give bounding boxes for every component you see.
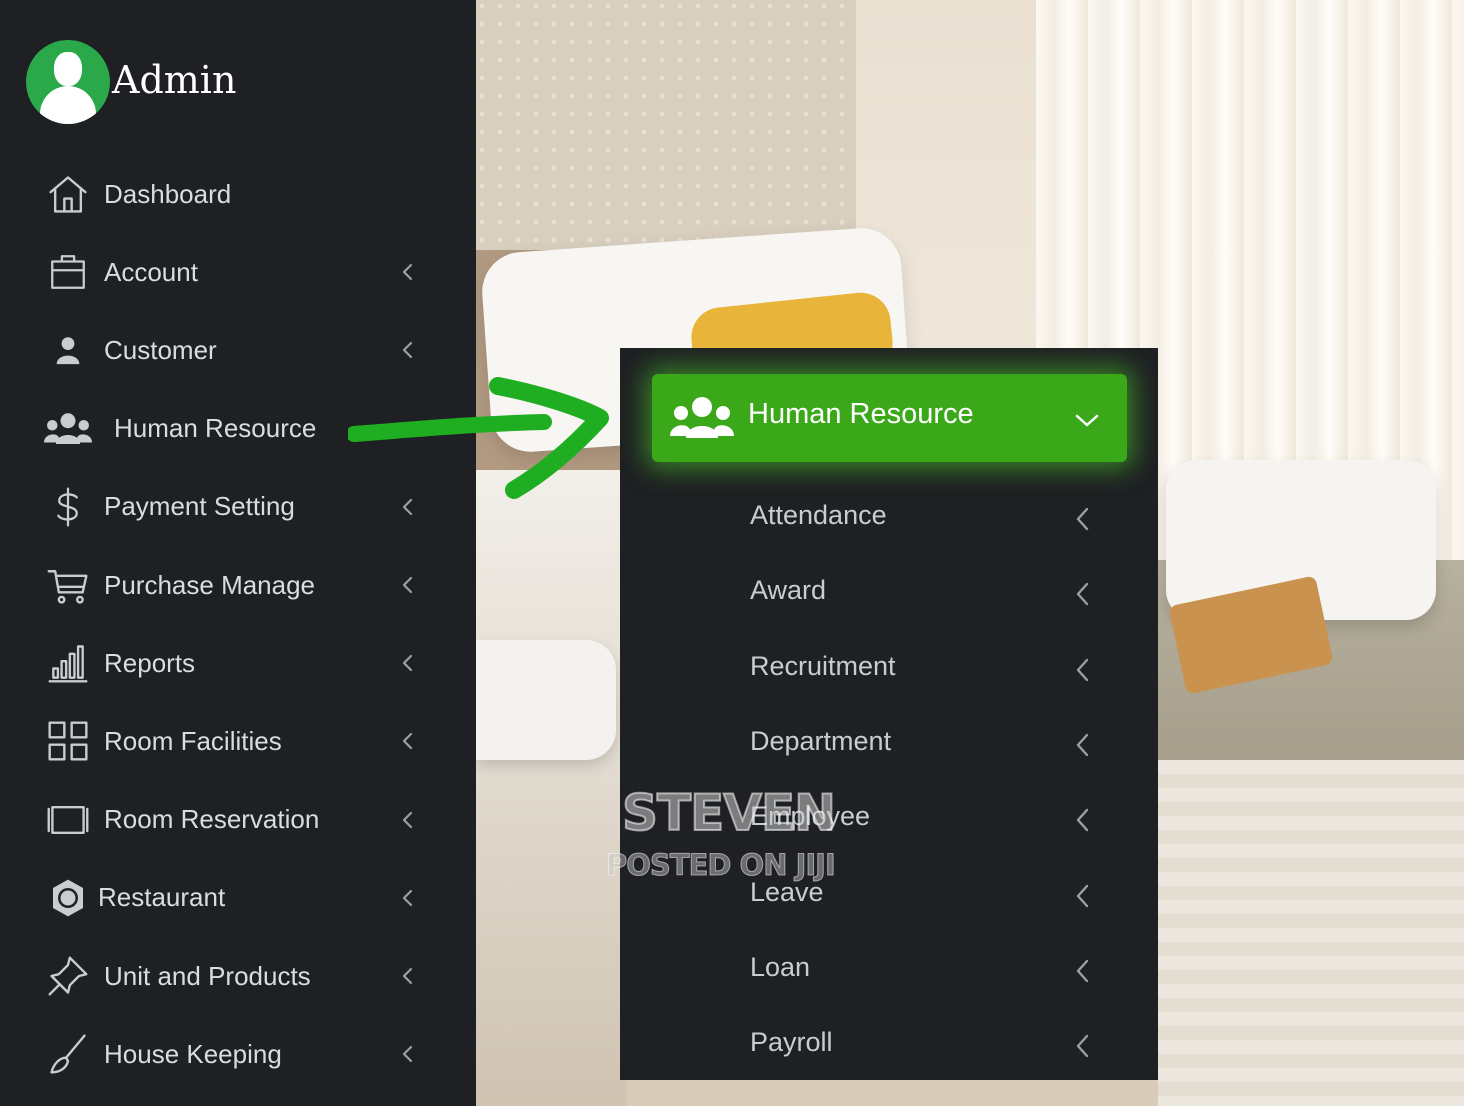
sidebar-item-reports[interactable]: Reports (0, 624, 476, 702)
sidebar-item-label: Customer (104, 334, 217, 365)
folded-towel (476, 640, 616, 760)
sidebar-item-label: Payment Setting (104, 491, 295, 522)
sidebar-item-unit-and-products[interactable]: Unit and Products (0, 937, 476, 1015)
chevron-left-icon (1072, 883, 1094, 909)
chevron-left-icon (1072, 732, 1094, 758)
sidebar-item-label: Unit and Products (104, 960, 311, 991)
chevron-left-icon (398, 575, 418, 595)
bedsheet (1158, 760, 1464, 1106)
chevron-down-icon (1075, 414, 1099, 427)
hr-item-label: Attendance (750, 500, 887, 530)
chevron-left-icon (398, 340, 418, 360)
hr-item-label: Loan (750, 951, 811, 982)
chevron-left-icon (398, 888, 418, 908)
sidebar-item-label: Dashboard (104, 178, 232, 209)
chevron-left-icon (398, 731, 418, 751)
restaurant-icon (44, 874, 92, 922)
chevron-left-icon (1072, 1033, 1094, 1059)
watermark-caption: POSTED ON JIJI (606, 848, 837, 883)
sidebar-item-dashboard[interactable]: Dashboard (0, 155, 476, 233)
hr-item-loan[interactable]: Loan (620, 934, 1158, 1009)
human-resource-title: Human Resource (748, 398, 974, 430)
chevron-left-icon (398, 810, 418, 830)
user-avatar-icon (26, 40, 110, 124)
sidebar-item-label: House Keeping (104, 1038, 282, 1069)
chevron-left-icon (1072, 506, 1094, 532)
chevron-left-icon (398, 653, 418, 673)
sidebar-item-label: Human Resource (114, 413, 317, 444)
sidebar-item-house-keeping[interactable]: House Keeping (0, 1015, 476, 1093)
tablet-icon (44, 796, 92, 844)
sidebar: Admin Dashboard Account Customer Human Reso… (0, 0, 476, 1106)
grid-icon (44, 717, 92, 765)
chevron-left-icon (398, 1044, 418, 1064)
chevron-left-icon (398, 262, 418, 282)
chevron-left-icon (1072, 958, 1094, 984)
chevron-left-icon (1072, 657, 1094, 683)
human-resource-menu-header[interactable]: Human Resource (652, 374, 1127, 462)
admin-profile[interactable]: Admin (26, 40, 236, 124)
hr-item-label: Award (750, 575, 827, 606)
pin-icon (44, 952, 92, 1000)
hr-item-label: Department (750, 725, 892, 756)
arrow-icon (348, 377, 609, 499)
users-icon (44, 405, 92, 453)
sidebar-item-label: Account (104, 256, 198, 287)
hr-item-payroll[interactable]: Payroll (620, 1009, 1158, 1080)
sidebar-item-label: Room Reservation (104, 804, 320, 835)
hr-item-attendance[interactable]: Attendance (620, 482, 1158, 557)
sidebar-item-label: Room Facilities (104, 725, 282, 756)
chevron-left-icon (1072, 581, 1094, 607)
hr-item-department[interactable]: Department (620, 708, 1158, 783)
watermark-name: STEVEN (621, 783, 837, 843)
user-icon (44, 326, 92, 374)
cart-icon (44, 561, 92, 609)
hr-item-award[interactable]: Award (620, 557, 1158, 632)
sidebar-item-label: Restaurant (98, 882, 226, 913)
sidebar-item-purchase-manage[interactable]: Purchase Manage (0, 546, 476, 624)
chevron-left-icon (398, 966, 418, 986)
sidebar-item-label: Reports (104, 647, 196, 678)
hr-item-label: Payroll (750, 1027, 833, 1058)
chevron-left-icon (1072, 807, 1094, 833)
bar-chart-icon (44, 639, 92, 687)
sidebar-item-account[interactable]: Account (0, 233, 476, 311)
sidebar-item-label: Purchase Manage (104, 569, 316, 600)
admin-name: Admin (112, 58, 237, 102)
duvet (476, 470, 626, 1106)
sidebar-item-restaurant[interactable]: Restaurant (0, 859, 476, 937)
home-icon (44, 170, 92, 218)
briefcase-icon (44, 248, 92, 296)
sidebar-item-room-facilities[interactable]: Room Facilities (0, 702, 476, 780)
hr-submenu-panel: Human Resource Attendance Award Recruitmen… (620, 348, 1158, 1080)
dollar-icon (44, 483, 92, 531)
broom-icon (44, 1030, 92, 1078)
users-icon (670, 397, 734, 438)
sidebar-item-room-reservation[interactable]: Room Reservation (0, 781, 476, 859)
hr-item-recruitment[interactable]: Recruitment (620, 633, 1158, 708)
hr-item-label: Recruitment (750, 650, 896, 681)
